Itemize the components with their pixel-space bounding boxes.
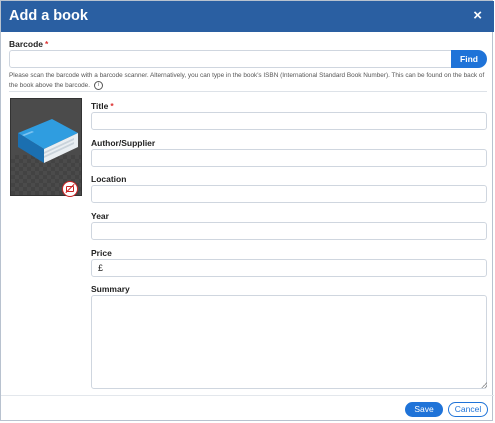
location-label: Location <box>91 174 126 184</box>
year-label: Year <box>91 211 109 221</box>
barcode-label-text: Barcode <box>9 39 44 49</box>
close-icon[interactable]: × <box>473 7 482 25</box>
camera-off-icon[interactable] <box>62 181 78 197</box>
price-input[interactable] <box>91 259 487 277</box>
barcode-help-text-content: Please scan the barcode with a barcode s… <box>9 72 485 90</box>
save-button[interactable]: Save <box>405 402 443 417</box>
required-marker: * <box>45 39 49 49</box>
summary-textarea[interactable] <box>91 295 487 389</box>
price-label: Price <box>91 248 112 258</box>
author-label: Author/Supplier <box>91 138 155 148</box>
barcode-label: Barcode * <box>9 39 48 49</box>
required-marker: * <box>110 101 114 111</box>
summary-label: Summary <box>91 284 130 294</box>
summary-label-text: Summary <box>91 284 130 294</box>
location-input[interactable] <box>91 185 487 203</box>
dialog-header: Add a book × <box>1 1 494 32</box>
title-label: Title * <box>91 101 114 111</box>
resize-grip-icon[interactable] <box>481 382 487 388</box>
year-input[interactable] <box>91 222 487 240</box>
info-icon[interactable]: i <box>93 81 103 90</box>
dialog-title: Add a book <box>9 8 88 24</box>
book-icon <box>18 119 78 163</box>
title-label-text: Title <box>91 101 109 111</box>
author-input[interactable] <box>91 149 487 167</box>
find-button[interactable]: Find <box>451 50 487 68</box>
barcode-input[interactable] <box>9 50 453 68</box>
location-label-text: Location <box>91 174 127 184</box>
section-divider <box>9 91 487 92</box>
barcode-help-text: Please scan the barcode with a barcode s… <box>9 71 489 91</box>
author-label-text: Author/Supplier <box>91 138 156 148</box>
footer-divider <box>1 395 494 396</box>
cancel-button[interactable]: Cancel <box>448 402 488 417</box>
title-input[interactable] <box>91 112 487 130</box>
year-label-text: Year <box>91 211 109 221</box>
add-book-dialog: Add a book × Barcode * Find Please scan t… <box>0 0 494 421</box>
price-label-text: Price <box>91 248 112 258</box>
